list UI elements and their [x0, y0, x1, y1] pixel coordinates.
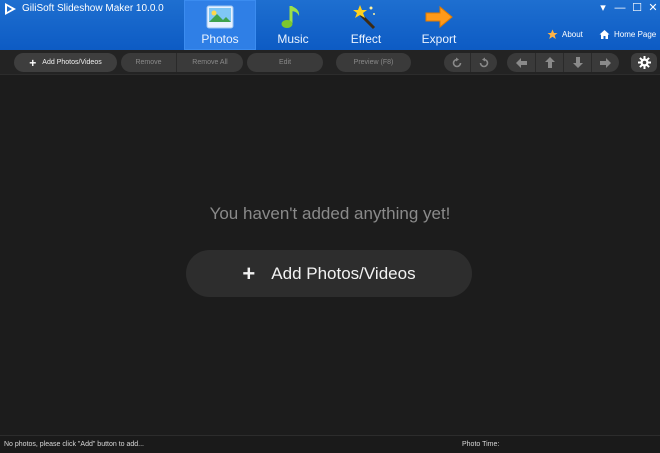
home-icon [598, 28, 610, 40]
tab-music[interactable]: Music [257, 0, 329, 50]
arrange-button-group [507, 53, 619, 72]
magic-wand-icon [351, 3, 381, 31]
about-label: About [562, 29, 583, 39]
add-photos-videos-large-button[interactable]: + Add Photos/Videos [186, 250, 472, 297]
music-note-icon [278, 3, 308, 31]
gear-icon [637, 56, 651, 69]
arrow-down-icon [572, 57, 583, 68]
move-up-button[interactable] [535, 53, 563, 72]
move-right-button[interactable] [591, 53, 619, 72]
rotate-button-group [444, 53, 497, 72]
edit-button[interactable]: Edit [247, 53, 323, 72]
empty-state-message: You haven't added anything yet! [209, 204, 451, 223]
maximize-button[interactable]: ☐ [630, 2, 644, 14]
app-title: GiliSoft Slideshow Maker 10.0.0 [22, 3, 164, 14]
menu-dropdown-button[interactable]: ▾ [596, 2, 610, 14]
rotate-right-button[interactable] [470, 53, 496, 72]
tab-export[interactable]: Export [403, 0, 475, 50]
remove-button[interactable]: Remove [121, 53, 176, 72]
rotate-left-icon [452, 57, 462, 67]
add-photos-videos-large-label: Add Photos/Videos [271, 263, 416, 283]
arrow-up-icon [544, 57, 555, 68]
about-icon [546, 28, 558, 40]
arrow-right-small-icon [600, 57, 611, 68]
plus-icon: + [29, 55, 37, 70]
add-photos-videos-button[interactable]: + Add Photos/Videos [14, 53, 117, 72]
tab-label-effect: Effect [350, 32, 382, 46]
minimize-button[interactable]: — [613, 2, 627, 14]
tab-label-export: Export [421, 32, 457, 46]
title-bar: GiliSoft Slideshow Maker 10.0.0 Photos M… [0, 0, 660, 50]
app-logo-icon [5, 3, 16, 15]
home-page-label: Home Page [614, 29, 657, 39]
rotate-left-button[interactable] [444, 53, 470, 72]
rotate-right-icon [479, 57, 488, 67]
remove-button-group: Remove Remove All [121, 53, 243, 72]
remove-all-button[interactable]: Remove All [176, 53, 243, 72]
photo-time-label: Photo Time: [462, 441, 500, 448]
arrow-right-icon [424, 3, 454, 31]
home-page-link[interactable]: Home Page [598, 27, 656, 41]
plus-icon: + [242, 260, 256, 286]
move-left-button[interactable] [507, 53, 535, 72]
about-link[interactable]: About [546, 27, 583, 41]
photo-list-area[interactable]: You haven't added anything yet! + Add Ph… [0, 76, 660, 435]
tab-label-music: Music [277, 32, 309, 46]
close-button[interactable]: ✕ [646, 2, 660, 14]
preview-button[interactable]: Preview (F8) [336, 53, 411, 72]
tab-label-photos: Photos [201, 32, 239, 46]
tab-effect[interactable]: Effect [330, 0, 402, 50]
toolbar: + Add Photos/Videos Remove Remove All Ed… [0, 50, 660, 75]
move-down-button[interactable] [563, 53, 591, 72]
add-photos-videos-label: Add Photos/Videos [42, 59, 102, 66]
settings-button[interactable] [631, 53, 657, 72]
photo-icon [205, 3, 235, 31]
status-message: No photos, please click "Add" button to … [4, 441, 144, 448]
arrow-left-icon [515, 57, 527, 68]
status-bar: No photos, please click "Add" button to … [0, 435, 660, 453]
tab-photos[interactable]: Photos [184, 0, 256, 50]
